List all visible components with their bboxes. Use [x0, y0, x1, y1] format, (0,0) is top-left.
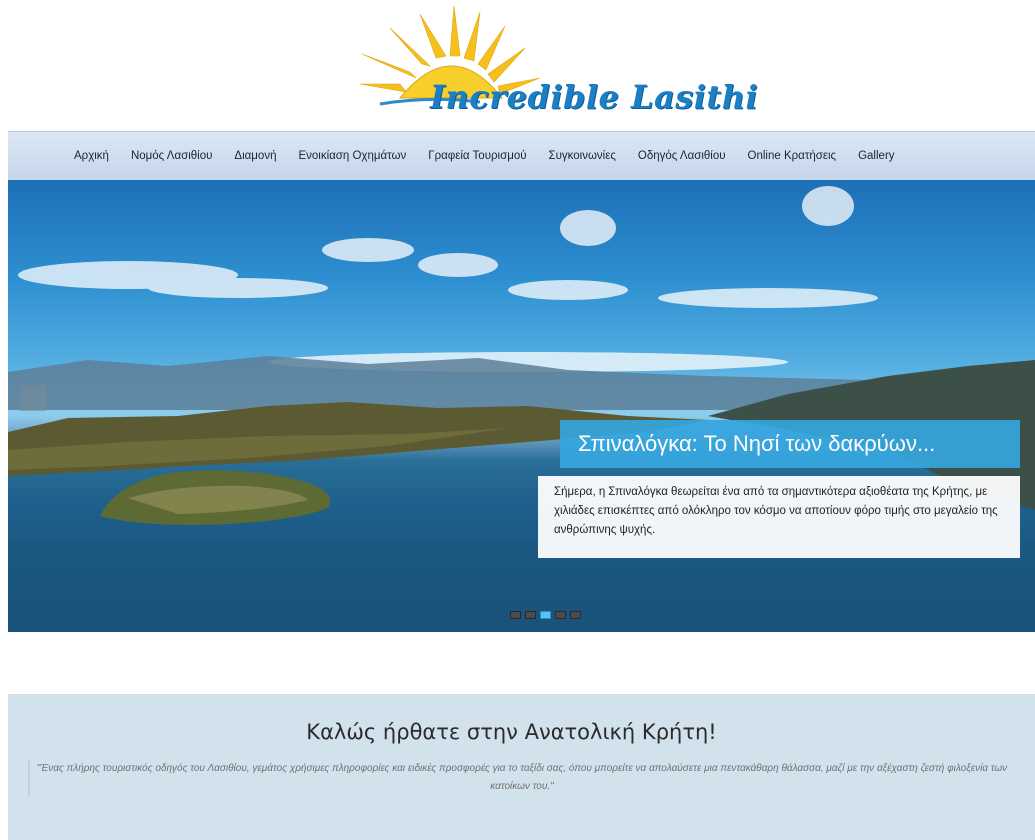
- nav-item-gallery[interactable]: Gallery: [858, 150, 894, 162]
- nav-item-transport[interactable]: Συγκοινωνίες: [549, 150, 616, 162]
- welcome-section: Καλώς ήρθατε στην Ανατολική Κρήτη! "Ένας…: [8, 694, 1035, 840]
- nav-item-prefecture[interactable]: Νομός Λασιθίου: [131, 150, 212, 162]
- nav-item-tourist-offices[interactable]: Γραφεία Τουρισμού: [428, 150, 526, 162]
- nav-item-online-booking[interactable]: Online Κρατήσεις: [748, 150, 837, 162]
- prev-slide-button[interactable]: [20, 385, 46, 411]
- nav-item-car-rental[interactable]: Ενοικίαση Οχημάτων: [298, 150, 406, 162]
- nav-item-home[interactable]: Αρχική: [74, 150, 109, 162]
- slider-pagination: [510, 611, 585, 619]
- slide-caption-text: Σήμερα, η Σπιναλόγκα θεωρείται ένα από τ…: [538, 476, 1020, 558]
- slide-dot-2[interactable]: [525, 611, 536, 619]
- slide-image: [8, 186, 1035, 632]
- hero-slider[interactable]: Σπιναλόγκα: Το Νησί των δακρύων... Σήμερ…: [8, 180, 1035, 632]
- main-nav: Αρχική Νομός Λασιθίου Διαμονή Ενοικίαση …: [8, 131, 1035, 181]
- slide-dot-4[interactable]: [555, 611, 566, 619]
- slide-caption-title[interactable]: Σπιναλόγκα: Το Νησί των δακρύων...: [560, 420, 1020, 468]
- logo-text: Incredible Lasithi: [430, 78, 759, 116]
- nav-item-guide[interactable]: Οδηγός Λασιθίου: [638, 150, 726, 162]
- nav-list: Αρχική Νομός Λασιθίου Διαμονή Ενοικίαση …: [74, 132, 917, 180]
- welcome-title: Καλώς ήρθατε στην Ανατολική Κρήτη!: [306, 720, 717, 744]
- welcome-quote: "Ένας πλήρης τουριστικός οδηγός του Λασι…: [36, 763, 1008, 792]
- slide-dot-5[interactable]: [570, 611, 581, 619]
- slide-dot-1[interactable]: [510, 611, 521, 619]
- slide-dot-3[interactable]: [540, 611, 551, 619]
- site-logo[interactable]: Incredible Lasithi: [360, 6, 758, 130]
- nav-item-accommodation[interactable]: Διαμονή: [234, 150, 276, 162]
